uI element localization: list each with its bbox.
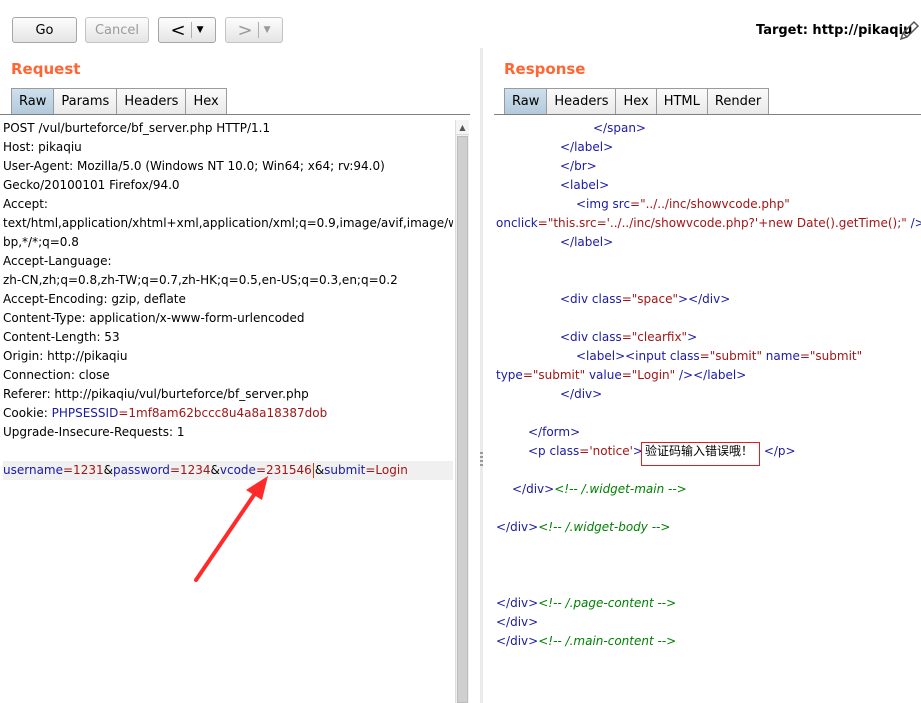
response-tab-render[interactable]: Render xyxy=(706,88,770,114)
response-tab-raw[interactable]: Raw xyxy=(504,88,548,114)
request-tab-raw[interactable]: Raw xyxy=(11,88,55,114)
forward-arrow-icon: > xyxy=(237,19,253,41)
request-scrollbar[interactable]: ▲ xyxy=(455,120,469,703)
request-editor[interactable]: POST /vul/burteforce/bf_server.php HTTP/… xyxy=(3,119,453,703)
request-line: Gecko/20100101 Firefox/94.0 xyxy=(3,178,180,192)
request-line: POST /vul/burteforce/bf_server.php HTTP/… xyxy=(3,121,271,135)
response-editor[interactable]: </span> </label> </br> <label> <img src=… xyxy=(496,119,921,703)
go-button[interactable]: Go xyxy=(12,17,77,43)
scroll-up-icon[interactable]: ▲ xyxy=(456,120,469,135)
notice-line: <p class='notice'> 验证码输入错误哦！ </p> xyxy=(496,442,921,466)
target-label: Target: http://pikaqiu xyxy=(756,23,913,38)
edit-target-icon[interactable] xyxy=(898,20,920,42)
response-tab-headers[interactable]: Headers xyxy=(546,88,617,114)
request-line: text/html,application/xhtml+xml,applicat… xyxy=(3,216,453,230)
back-arrow-icon: < xyxy=(170,19,186,41)
request-line: bp,*/*;q=0.8 xyxy=(3,235,79,249)
request-line: Content-Length: 53 xyxy=(3,330,120,344)
request-line: Upgrade-Insecure-Requests: 1 xyxy=(3,425,185,439)
request-line: Accept: xyxy=(3,197,48,211)
request-tabs: Raw Params Headers Hex xyxy=(11,88,227,114)
back-button[interactable]: < ▼ xyxy=(158,17,216,43)
request-line: Referer: http://pikaqiu/vul/burteforce/b… xyxy=(3,387,309,401)
cookie-value: =1mf8am62bccc8u4a8a18387dob xyxy=(118,406,328,420)
cookie-line: Cookie: PHPSESSID=1mf8am62bccc8u4a8a1838… xyxy=(3,406,328,420)
panel-splitter[interactable] xyxy=(480,48,483,703)
request-tab-headers[interactable]: Headers xyxy=(116,88,187,114)
request-line: Accept-Language: xyxy=(3,254,112,268)
response-tabs: Raw Headers Hex HTML Render xyxy=(504,88,770,114)
error-message-highlight: 验证码输入错误哦！ xyxy=(640,442,760,466)
forward-button[interactable]: > ▼ xyxy=(225,17,283,43)
response-title: Response xyxy=(504,60,586,78)
request-line: Content-Type: application/x-www-form-url… xyxy=(3,311,305,325)
splitter-grip-icon[interactable] xyxy=(480,452,483,468)
dropdown-arrow-icon: ▼ xyxy=(263,25,271,35)
scrollbar-thumb[interactable] xyxy=(457,136,468,703)
response-tab-hex[interactable]: Hex xyxy=(615,88,657,114)
cookie-name: PHPSESSID xyxy=(51,406,119,420)
request-line: Host: pikaqiu xyxy=(3,140,82,154)
cancel-button[interactable]: Cancel xyxy=(85,17,149,43)
response-tab-html[interactable]: HTML xyxy=(655,88,708,114)
param-password: password xyxy=(112,463,170,477)
request-line: User-Agent: Mozilla/5.0 (Windows NT 10.0… xyxy=(3,159,385,173)
request-tab-params[interactable]: Params xyxy=(53,88,118,114)
request-line: Accept-Encoding: gzip, deflate xyxy=(3,292,186,306)
param-username: username xyxy=(3,463,63,477)
request-title: Request xyxy=(11,60,81,78)
request-line: Origin: http://pikaqiu xyxy=(3,349,128,363)
param-submit: submit xyxy=(324,463,366,477)
dropdown-arrow-icon: ▼ xyxy=(196,25,204,35)
request-line: zh-CN,zh;q=0.8,zh-TW;q=0.7,zh-HK;q=0.5,e… xyxy=(3,273,398,287)
text-cursor xyxy=(312,463,314,478)
request-line: Connection: close xyxy=(3,368,110,382)
annotation-arrow-icon xyxy=(194,476,268,582)
request-tab-hex[interactable]: Hex xyxy=(185,88,227,114)
